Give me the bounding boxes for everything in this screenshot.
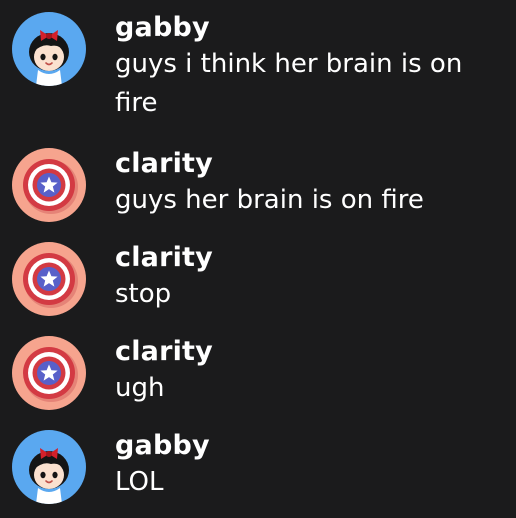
avatar[interactable] — [12, 336, 86, 410]
message-content: clarity guys her brain is on fire — [115, 148, 508, 220]
message-content: gabby guys i think her brain is on fire — [115, 12, 508, 123]
shield-star-icon — [12, 336, 86, 410]
avatar[interactable] — [12, 430, 86, 504]
avatar[interactable] — [12, 242, 86, 316]
shield-star-icon — [12, 242, 86, 316]
chat-message: gabby guys i think her brain is on fire — [0, 12, 516, 124]
username[interactable]: clarity — [115, 148, 508, 180]
username[interactable]: gabby — [115, 430, 508, 462]
chat-message-list: gabby guys i think her brain is on fire … — [0, 0, 516, 518]
message-content: clarity stop — [115, 242, 508, 314]
girl-with-red-bow-icon — [12, 430, 86, 504]
username[interactable]: clarity — [115, 336, 508, 368]
shield-star-icon — [12, 148, 86, 222]
message-text: ugh — [115, 373, 165, 403]
message-text: guys i think her brain is on fire — [115, 49, 463, 118]
chat-message: clarity stop — [0, 242, 516, 322]
message-text: LOL — [115, 467, 164, 497]
girl-with-red-bow-icon — [12, 12, 86, 86]
username[interactable]: clarity — [115, 242, 508, 274]
username[interactable]: gabby — [115, 12, 508, 44]
message-text: guys her brain is on fire — [115, 185, 424, 215]
chat-message: clarity guys her brain is on fire — [0, 148, 516, 228]
avatar[interactable] — [12, 12, 86, 86]
chat-message: gabby LOL — [0, 430, 516, 510]
avatar[interactable] — [12, 148, 86, 222]
message-content: clarity ugh — [115, 336, 508, 408]
message-content: gabby LOL — [115, 430, 508, 502]
message-text: stop — [115, 279, 172, 309]
chat-message: clarity ugh — [0, 336, 516, 416]
